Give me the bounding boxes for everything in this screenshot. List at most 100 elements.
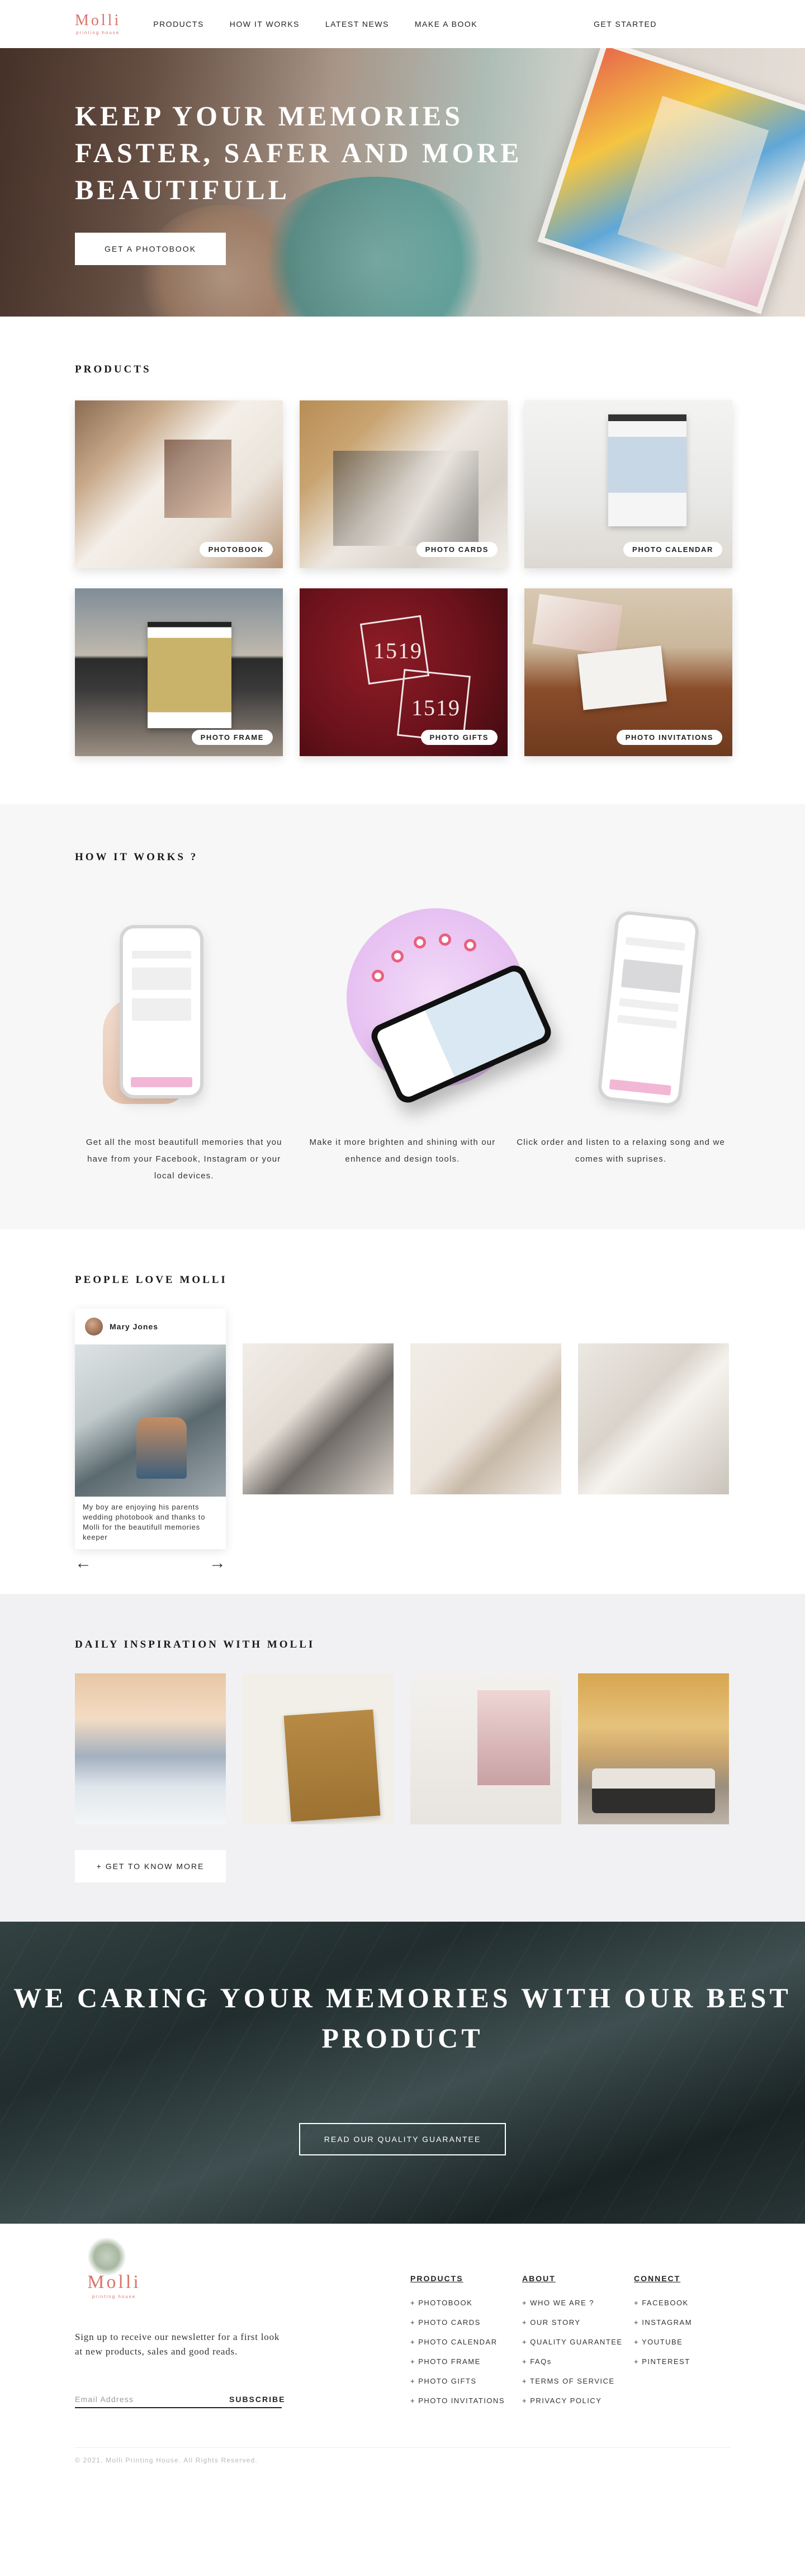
- phone-ui-row: [626, 937, 685, 951]
- phone-ui-row: [619, 998, 679, 1012]
- quality-banner: WE CARING YOUR MEMORIES WITH OUR BEST PR…: [0, 1922, 805, 2224]
- footer-link-instagram[interactable]: + INSTAGRAM: [634, 2313, 692, 2332]
- footer-link[interactable]: + TERMS OF SERVICE: [522, 2371, 623, 2391]
- product-label: PHOTO CALENDAR: [623, 542, 722, 557]
- footer-column-connect: CONNECT + FACEBOOK + INSTAGRAM + YOUTUBE…: [634, 2274, 692, 2371]
- phone-ui-row: [132, 998, 191, 1021]
- get-started-link[interactable]: GET STARTED: [594, 20, 657, 29]
- avatar: [85, 1318, 103, 1336]
- arrow-left-icon[interactable]: ←: [75, 1555, 92, 1572]
- product-label: PHOTO FRAME: [191, 730, 273, 745]
- nav-links: PRODUCTS HOW IT WORKS LATEST NEWS MAKE A…: [153, 20, 477, 29]
- footer-link[interactable]: + WHO WE ARE ?: [522, 2293, 623, 2313]
- phone-ui-button: [131, 1077, 192, 1087]
- how-step-text: Get all the most beautifull memories tha…: [86, 1138, 282, 1181]
- footer-column-title: CONNECT: [634, 2274, 681, 2283]
- footer-column-title: ABOUT: [522, 2274, 556, 2283]
- footer-link-youtube[interactable]: + YOUTUBE: [634, 2332, 692, 2352]
- footer-column-title: PRODUCTS: [410, 2274, 463, 2283]
- footer: Molli printing house Sign up to receive …: [0, 2224, 805, 2529]
- product-label: PHOTO INVITATIONS: [616, 730, 722, 745]
- nav-link-how-it-works[interactable]: HOW IT WORKS: [230, 20, 300, 29]
- footer-link[interactable]: + PHOTOBOOK: [410, 2293, 505, 2313]
- banner-overlay: [0, 1922, 805, 2224]
- footer-logo-wordmark: Molli: [87, 2272, 141, 2292]
- inspiration-photo[interactable]: [578, 1673, 729, 1824]
- subscribe-button[interactable]: SUBSCRIBE: [229, 2391, 285, 2407]
- footer-link[interactable]: + PHOTO CARDS: [410, 2313, 505, 2332]
- footer-link-facebook[interactable]: + FACEBOOK: [634, 2293, 692, 2313]
- footer-logo[interactable]: Molli printing house: [75, 2237, 159, 2304]
- review-card[interactable]: Mary Jones My boy are enjoying his paren…: [75, 1309, 226, 1549]
- product-card-photo-cards[interactable]: PHOTO CARDS: [300, 400, 508, 568]
- testimonials-carousel: Mary Jones My boy are enjoying his paren…: [75, 1309, 730, 1572]
- product-card-photobook[interactable]: PHOTOBOOK: [75, 400, 283, 568]
- decorative-dot: [391, 950, 404, 963]
- nav-link-products[interactable]: PRODUCTS: [153, 20, 204, 29]
- brand-logo[interactable]: Molli printing house: [75, 12, 121, 36]
- decorative-dot: [371, 970, 384, 982]
- testimonials-title: PEOPLE LOVE MOLLI: [75, 1274, 228, 1286]
- hero-title: KEEP YOUR MEMORIES FASTER, SAFER AND MOR…: [75, 100, 523, 205]
- testimonial-photo[interactable]: [578, 1343, 729, 1494]
- get-photobook-button[interactable]: GET A PHOTOBOOK: [75, 233, 226, 265]
- inspiration-photo[interactable]: [243, 1673, 394, 1824]
- product-card-photo-frame[interactable]: PHOTO FRAME: [75, 588, 283, 756]
- daily-inspiration-section: DAILY INSPIRATION WITH MOLLI + GET TO KN…: [0, 1594, 805, 1922]
- carousel-controls: ← →: [75, 1555, 226, 1572]
- inspiration-grid: [75, 1673, 730, 1824]
- phone-illustration: [120, 925, 203, 1098]
- phone-ui-row: [621, 959, 683, 993]
- product-card-photo-gifts[interactable]: 1519 1519 PHOTO GIFTS: [300, 588, 508, 756]
- product-card-photo-invitations[interactable]: PHOTO INVITATIONS: [524, 588, 732, 756]
- footer-link[interactable]: + FAQs: [522, 2352, 623, 2371]
- product-card-photo-calendar[interactable]: PHOTO CALENDAR: [524, 400, 732, 568]
- phone-ui-row: [132, 951, 191, 959]
- review-author: Mary Jones: [110, 1322, 159, 1331]
- footer-logo-tagline: printing house: [92, 2294, 136, 2299]
- illustration-phone-in-hand: [75, 886, 293, 1132]
- footer-link-pinterest[interactable]: + PINTEREST: [634, 2352, 692, 2371]
- inspiration-photo[interactable]: [410, 1673, 561, 1824]
- product-label: PHOTO GIFTS: [420, 730, 498, 745]
- footer-link[interactable]: + QUALITY GUARANTEE: [522, 2332, 623, 2352]
- inspiration-photo[interactable]: [75, 1673, 226, 1824]
- phone-ui-row: [132, 968, 191, 990]
- newsletter-text: Sign up to receive our newsletter for a …: [75, 2332, 280, 2357]
- read-quality-guarantee-button[interactable]: READ OUR QUALITY GUARANTEE: [299, 2123, 506, 2155]
- daily-inspiration-title: DAILY INSPIRATION WITH MOLLI: [75, 1639, 315, 1650]
- top-navigation: Molli printing house PRODUCTS HOW IT WOR…: [0, 0, 805, 48]
- decorative-dot: [413, 936, 426, 949]
- testimonial-photo[interactable]: [410, 1343, 561, 1494]
- logo-wordmark: Molli: [75, 12, 121, 29]
- gift-box-number: 1519: [373, 638, 423, 663]
- illustration-phone-editing: [293, 886, 555, 1132]
- footer-link[interactable]: + PHOTO FRAME: [410, 2352, 505, 2371]
- quality-banner-title: WE CARING YOUR MEMORIES WITH OUR BEST PR…: [13, 1982, 792, 2054]
- get-to-know-more-button[interactable]: + GET TO KNOW MORE: [75, 1850, 226, 1883]
- how-step-design: Make it more brighten and shining with o…: [293, 886, 555, 1185]
- how-it-works-title: HOW IT WORKS ?: [75, 851, 198, 863]
- testimonials-section: PEOPLE LOVE MOLLI Mary Jones My boy are …: [0, 1229, 805, 1594]
- nav-link-make-a-book[interactable]: MAKE A BOOK: [415, 20, 477, 29]
- footer-link[interactable]: + PHOTO CALENDAR: [410, 2332, 505, 2352]
- review-photo: [75, 1344, 226, 1497]
- review-text: My boy are enjoying his parents wedding …: [83, 1503, 206, 1541]
- how-it-works-section: HOW IT WORKS ? Get all the most beautifu…: [0, 804, 805, 1229]
- footer-link[interactable]: + PHOTO GIFTS: [410, 2371, 505, 2391]
- footer-column-products: PRODUCTS + PHOTOBOOK + PHOTO CARDS + PHO…: [410, 2274, 505, 2410]
- review-header: Mary Jones: [75, 1309, 226, 1344]
- footer-link[interactable]: + PRIVACY POLICY: [522, 2391, 623, 2410]
- testimonial-photo[interactable]: [243, 1343, 394, 1494]
- phone-illustration: [596, 910, 700, 1108]
- arrow-right-icon[interactable]: →: [209, 1555, 226, 1572]
- footer-link[interactable]: + PHOTO INVITATIONS: [410, 2391, 505, 2410]
- how-step-text: Click order and listen to a relaxing son…: [517, 1138, 726, 1164]
- footer-link[interactable]: + OUR STORY: [522, 2313, 623, 2332]
- leaves-icon: [87, 2237, 126, 2276]
- phone-ui-button: [609, 1079, 672, 1096]
- illustration-phone-order: [512, 886, 730, 1132]
- how-it-works-steps: Get all the most beautifull memories tha…: [75, 886, 730, 1185]
- footer-divider: [75, 2447, 730, 2448]
- nav-link-latest-news[interactable]: LATEST NEWS: [325, 20, 389, 29]
